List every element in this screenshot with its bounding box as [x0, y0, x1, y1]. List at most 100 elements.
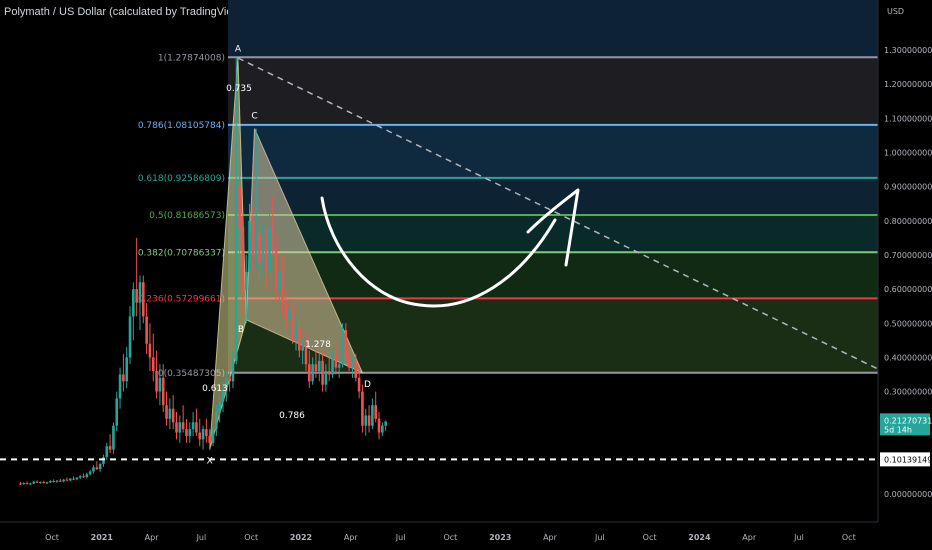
- y-tick-label: 1.30000000: [884, 46, 932, 55]
- candle-body: [195, 422, 198, 433]
- fib-level-label: 0.618(0.92586809): [138, 174, 225, 184]
- candle-body: [337, 364, 341, 368]
- price-axis-currency: USD: [887, 7, 904, 16]
- candle-body: [98, 463, 102, 470]
- candle-body: [327, 371, 331, 375]
- last-price-countdown: 5d 14h: [884, 425, 912, 434]
- pattern-point-label: A: [235, 45, 242, 55]
- candle-body: [311, 364, 314, 382]
- candle-body: [288, 309, 291, 320]
- candle-body: [291, 309, 294, 337]
- candle-body: [181, 422, 185, 430]
- candle-body: [155, 371, 158, 392]
- x-tick-label: Apr: [742, 533, 757, 542]
- x-tick-label: Oct: [45, 533, 59, 542]
- candle-body: [161, 377, 165, 406]
- candle-body: [351, 360, 354, 368]
- candle-body: [135, 289, 138, 303]
- candle-body: [254, 234, 258, 255]
- x-tick-label: 2021: [91, 533, 114, 542]
- candle-body: [75, 477, 79, 480]
- y-tick-label: 0.90000000: [884, 183, 932, 192]
- candle-body: [205, 429, 208, 436]
- fib-level-label: 0.5(0.81686573): [149, 211, 225, 221]
- candle-body: [201, 429, 205, 440]
- candle-body: [165, 405, 168, 419]
- x-tick-label: Apr: [145, 533, 160, 542]
- x-tick-label: Oct: [842, 533, 856, 542]
- candle-body: [118, 374, 122, 399]
- candle-body: [344, 330, 348, 358]
- candle-body: [52, 481, 55, 483]
- fib-zone: [228, 57, 878, 125]
- x-tick-label: Jul: [196, 533, 207, 542]
- price-chart[interactable]: 1(1.27874008) 0.786(1.08105784) 0.618(0.92…: [0, 0, 932, 550]
- candle-body: [68, 478, 72, 481]
- candle-body: [138, 282, 142, 303]
- candle-body: [95, 467, 99, 470]
- x-tick-label: Oct: [643, 533, 657, 542]
- candle-body: [381, 425, 384, 433]
- candle-body: [354, 360, 358, 378]
- fib-level-label: 0.236(0.57299661): [138, 294, 225, 304]
- candle-body: [115, 398, 119, 426]
- candle-body: [62, 479, 65, 482]
- candle-body: [82, 476, 85, 478]
- candle-body: [347, 357, 351, 368]
- candle-body: [314, 364, 318, 372]
- candle-body: [55, 480, 59, 482]
- candle-body: [284, 302, 288, 320]
- y-tick-label: 0.30000000: [884, 388, 932, 397]
- candle-body: [264, 241, 268, 273]
- candle-body: [357, 377, 361, 392]
- candle-body: [211, 429, 215, 443]
- candle-body: [45, 482, 49, 484]
- pattern-ratio-label: 0.735: [226, 84, 252, 94]
- pattern-point-label: D: [364, 380, 371, 390]
- candle-body: [175, 422, 178, 433]
- candle-body: [168, 408, 172, 419]
- candle-body: [248, 220, 251, 273]
- x-tick-label: Oct: [443, 533, 457, 542]
- candle-body: [59, 480, 62, 482]
- fib-level-label: 0.786(1.08105784): [138, 121, 225, 131]
- candle-body: [361, 391, 364, 426]
- candle-body: [377, 418, 381, 433]
- candle-body: [274, 248, 278, 290]
- candle-body: [384, 421, 387, 426]
- candle-body: [231, 360, 235, 382]
- candle-body: [371, 405, 374, 426]
- candle-body: [72, 478, 75, 480]
- candle-body: [321, 360, 324, 385]
- fib-level-label: 0.382(0.70786337): [138, 248, 225, 258]
- y-tick-label: 1.00000000: [884, 149, 932, 158]
- candle-body: [367, 415, 371, 426]
- fib-level-label: 1(1.27874008): [158, 53, 225, 63]
- y-tick-label: 0.80000000: [884, 217, 932, 226]
- candle-body: [145, 316, 148, 344]
- last-price-value: 0.21270731: [884, 416, 932, 425]
- candle-body: [301, 343, 304, 351]
- candle-body: [271, 227, 275, 249]
- candle-body: [334, 353, 338, 368]
- candle-body: [19, 483, 22, 485]
- candle-body: [178, 422, 182, 433]
- x-tick-label: Oct: [244, 533, 258, 542]
- y-tick-label: 0.40000000: [884, 353, 932, 362]
- candle-body: [102, 457, 105, 464]
- candle-body: [42, 482, 45, 484]
- y-tick-label: 0.50000000: [884, 319, 932, 328]
- candle-body: [191, 422, 195, 430]
- pattern-point-label: X: [207, 457, 213, 467]
- candle-body: [108, 446, 112, 450]
- x-tick-label: 2023: [489, 533, 511, 542]
- candle-body: [171, 408, 175, 423]
- candle-body: [341, 330, 344, 365]
- candle-body: [92, 467, 95, 472]
- candle-body: [25, 483, 29, 485]
- candle-body: [374, 405, 377, 419]
- candle-body: [261, 241, 265, 262]
- candle-body: [112, 425, 115, 450]
- candle-body: [128, 316, 132, 358]
- candle-body: [244, 272, 248, 290]
